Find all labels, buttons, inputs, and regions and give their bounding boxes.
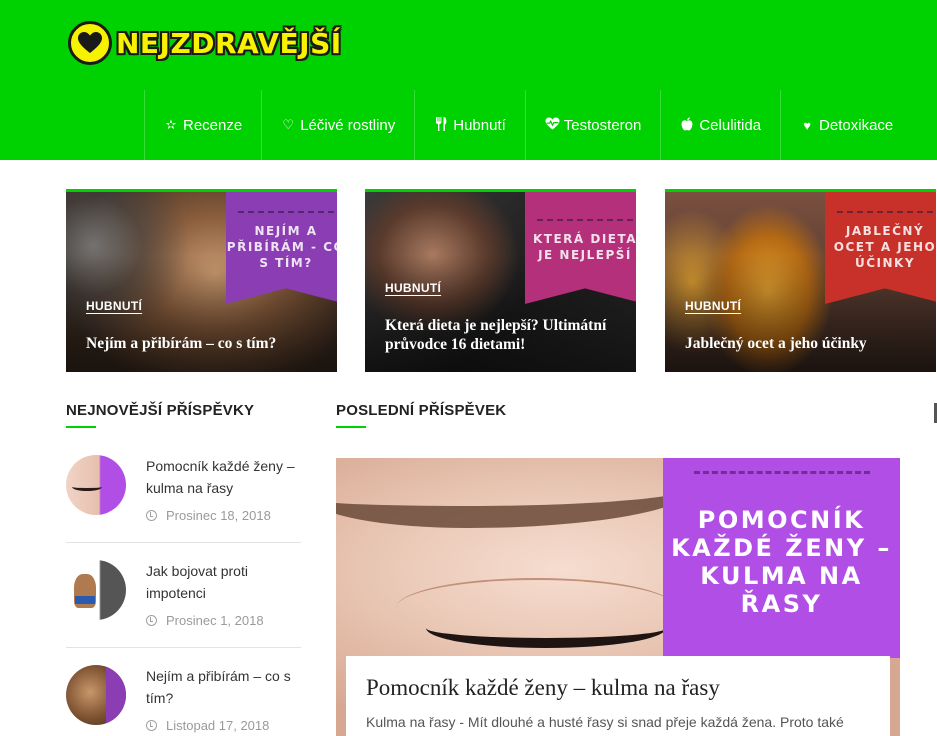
nav-label: Hubnutí [453,116,506,134]
latest-post[interactable]: POMOCNÍK KAŽDÉ ŽENY – KULMA NA ŘASY Pomo… [336,458,900,736]
banner-dash [238,211,334,213]
banner-text: POMOCNÍK KAŽDÉ ŽENY – KULMA NA ŘASY [671,506,892,618]
post-date: Prosinec 18, 2018 [146,508,271,523]
banner-text: KTERÁ DIETA JE NEJLEPŠÍ [532,232,636,262]
heart-icon: ♥ [803,117,811,133]
eyelash-shape [426,608,666,648]
site-header: NEJZDRAVĚJŠÍ ✫ Recenze ♡ Léčivé rostliny… [0,0,937,160]
date-text: Prosinec 18, 2018 [166,508,271,523]
nav-item-lecive-rostliny[interactable]: ♡ Léčivé rostliny [261,90,414,160]
date-text: Listopad 17, 2018 [166,718,270,733]
star-icon: ✫ [165,117,177,132]
post-title[interactable]: Pomocník každé ženy – kulma na řasy [366,674,870,702]
nav-label: Celulitida [699,116,762,134]
figure-shorts [75,596,95,604]
banner-dash [837,211,933,213]
post-date: Prosinec 1, 2018 [146,613,264,628]
list-divider [66,542,301,543]
featured-banner: JABLEČNÝ OCET A JEHO ÚČINKY [825,192,936,304]
sidebar-heading: NEJNOVĚJŠÍ PŘÍSPĚVKY [66,402,255,419]
featured-post-card[interactable]: KTERÁ DIETA JE NEJLEPŠÍ HUBNUTÍ Která di… [365,189,636,372]
post-thumbnail[interactable] [66,665,126,725]
clock-icon [146,720,157,731]
post-title[interactable]: Nejím a přibírám – co s tím? [146,665,306,709]
post-thumbnail[interactable] [66,455,126,515]
banner-strip [106,665,126,725]
nav-item-recenze[interactable]: ✫ Recenze [144,90,261,160]
cutlery-icon [434,116,448,134]
featured-title[interactable]: Která dieta je nejlepší? Ultimátní průvo… [385,316,622,354]
clock-icon [146,615,157,626]
post-date: Listopad 17, 2018 [146,718,269,733]
banner-dash [537,219,633,221]
list-divider [66,647,301,648]
main-navigation: ✫ Recenze ♡ Léčivé rostliny Hubnutí Test… [144,90,912,160]
date-text: Prosinec 1, 2018 [166,613,264,628]
featured-category[interactable]: HUBNUTÍ [86,299,142,313]
featured-category[interactable]: HUBNUTÍ [685,299,741,313]
featured-title[interactable]: Nejím a přibírám – co s tím? [86,334,323,353]
post-title[interactable]: Jak bojovat proti impotenci [146,560,306,604]
latest-post-banner: POMOCNÍK KAŽDÉ ŽENY – KULMA NA ŘASY [663,458,900,658]
featured-title[interactable]: Jablečný ocet a jeho účinky [685,334,922,353]
banner-text: JABLEČNÝ OCET A JEHO ÚČINKY [833,224,936,270]
post-excerpt: Kulma na řasy - Mít dlouhé a husté řasy … [366,714,844,730]
banner-dash [693,471,870,474]
featured-post-card[interactable]: JABLEČNÝ OCET A JEHO ÚČINKY HUBNUTÍ Jabl… [665,189,936,372]
nav-item-testosteron[interactable]: Testosteron [524,90,661,160]
heading-underline [336,426,366,428]
nav-label: Léčivé rostliny [300,116,396,134]
banner-text: NEJÍM A PŘIBÍRÁM - CO S TÍM? [226,224,337,270]
post-thumbnail[interactable] [66,560,126,620]
nav-item-hubnuti[interactable]: Hubnutí [414,90,525,160]
featured-banner: KTERÁ DIETA JE NEJLEPŠÍ [525,192,636,304]
featured-post-card[interactable]: NEJÍM A PŘIBÍRÁM - CO S TÍM? HUBNUTÍ Nej… [66,189,337,372]
featured-category[interactable]: HUBNUTÍ [385,281,441,295]
heartbeat-icon [545,117,560,133]
featured-banner: NEJÍM A PŘIBÍRÁM - CO S TÍM? [226,192,337,304]
nav-label: Detoxikace [819,116,894,134]
heading-underline [66,426,96,428]
eyebrow-shape [336,458,696,528]
apple-icon [680,116,694,134]
nav-item-detoxikace[interactable]: ♥ Detoxikace [780,90,912,160]
clock-icon [146,510,157,521]
post-title[interactable]: Pomocník každé ženy – kulma na řasy [146,455,306,499]
heart-icon [68,21,112,65]
nav-label: Recenze [183,116,243,134]
nav-item-celulitida[interactable]: Celulitida [660,90,780,160]
eyelash-shape [72,483,102,491]
heart-outline-icon: ♡ [282,117,295,132]
site-name: NEJZDRAVĚJŠÍ [116,26,342,60]
site-logo[interactable]: NEJZDRAVĚJŠÍ [68,20,342,66]
main-heading: POSLEDNÍ PŘÍSPĚVEK [336,402,507,419]
post-summary-card: Pomocník každé ženy – kulma na řasy Kulm… [346,656,890,736]
nav-label: Testosteron [563,116,642,134]
